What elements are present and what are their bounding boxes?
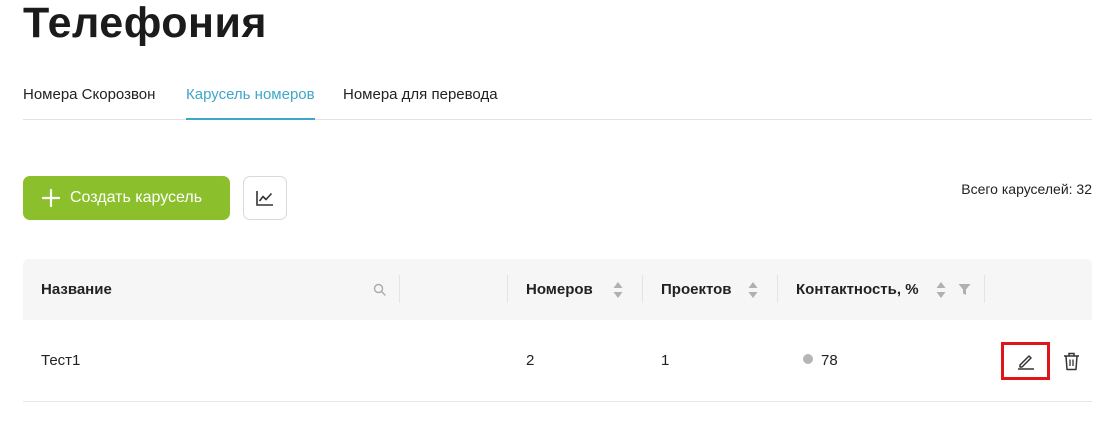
column-header-projects[interactable]: Проектов [661,259,732,320]
trash-icon [1063,352,1079,370]
telephony-page: Телефония Номера Скорозвон Карусель номе… [0,0,1108,423]
column-divider [642,275,643,303]
line-chart-icon [256,191,273,206]
tab-skorozvon-numbers[interactable]: Номера Скорозвон [23,75,155,118]
column-header-numbers[interactable]: Номеров [526,259,593,320]
pencil-icon [1017,355,1034,370]
search-icon[interactable] [373,283,386,296]
table-header: Название Номеров Проектов Контактность, … [23,259,1092,320]
tab-number-carousel[interactable]: Карусель номеров [186,75,315,120]
tabs-bar: Номера Скорозвон Карусель номеров Номера… [23,75,1092,120]
carousels-table: Название Номеров Проектов Контактность, … [23,259,1092,402]
filter-icon[interactable] [958,283,971,296]
column-header-name[interactable]: Название [41,259,112,320]
column-divider [507,275,508,303]
contact-rate: 78 [803,320,838,401]
column-header-contact-rate[interactable]: Контактность, % [796,259,919,320]
contact-rate-value: 78 [821,352,838,369]
sort-icon[interactable] [748,281,758,299]
table-row[interactable]: Тест1 2 1 78 [23,320,1092,402]
sort-icon[interactable] [613,281,623,299]
numbers-count: 2 [526,352,535,369]
page-title: Телефония [23,0,268,47]
edit-button[interactable] [1001,342,1050,380]
carousel-name[interactable]: Тест1 [41,320,80,401]
projects-count: 1 [661,352,670,369]
statistics-button[interactable] [243,176,287,220]
tab-transfer-numbers[interactable]: Номера для перевода [343,75,498,118]
column-divider [984,275,985,303]
status-dot [803,354,813,364]
column-divider [399,275,400,303]
create-carousel-label: Создать карусель [70,189,203,206]
column-divider [777,275,778,303]
total-carousels-count: Всего каруселей: 32 [961,181,1092,197]
create-carousel-button[interactable]: Создать карусель [23,176,230,220]
sort-icon[interactable] [936,281,946,299]
plus-icon [41,188,61,208]
delete-button[interactable] [1059,348,1083,374]
